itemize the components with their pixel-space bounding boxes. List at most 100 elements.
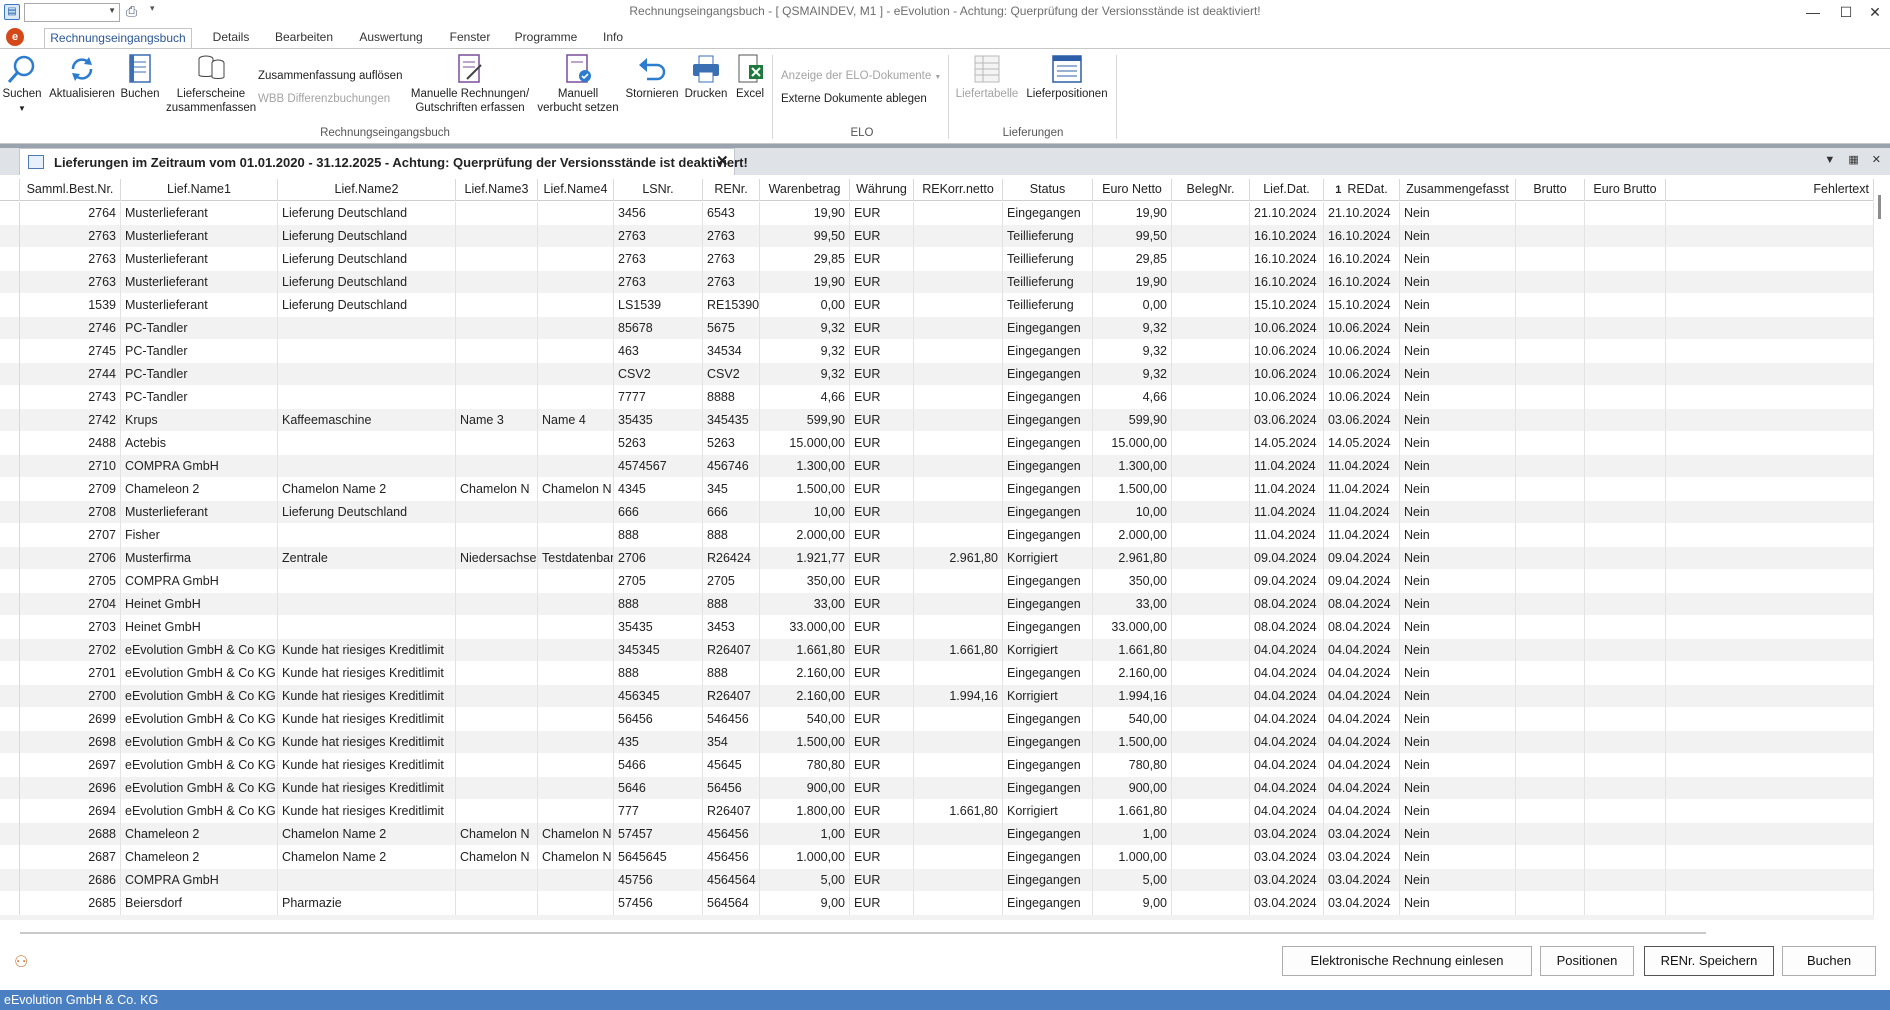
row-selector[interactable] (0, 248, 20, 271)
cell-brutto[interactable] (1516, 386, 1585, 409)
cell-brutto[interactable] (1516, 662, 1585, 685)
cell-brutto[interactable] (1516, 731, 1585, 754)
cell-lief-name2[interactable]: Chamelon Name 2 (278, 478, 456, 501)
cell-lief-dat[interactable]: 08.04.2024 (1250, 616, 1324, 639)
cell-warenbetrag[interactable]: 350,00 (760, 570, 850, 593)
cell-waehrung[interactable]: EUR (850, 823, 914, 846)
cell-euro-netto[interactable]: 9,32 (1093, 317, 1172, 340)
row-selector[interactable] (0, 501, 20, 524)
positionen-button[interactable]: Positionen (1540, 946, 1634, 976)
cell-lief-dat[interactable]: 04.04.2024 (1250, 662, 1324, 685)
cell-zusammengefasst[interactable]: Nein (1400, 570, 1516, 593)
cell-euro-netto[interactable]: 900,00 (1093, 777, 1172, 800)
cell-waehrung[interactable]: EUR (850, 524, 914, 547)
cell-ls-nr[interactable]: 2763 (614, 225, 703, 248)
cell-rekorr-netto[interactable] (914, 846, 1003, 869)
cell-status[interactable]: Teillieferung (1003, 225, 1093, 248)
cell-lief-name4[interactable] (538, 800, 614, 823)
cell-samml-best-nr[interactable]: 2708 (20, 501, 121, 524)
cell-ls-nr[interactable]: 463 (614, 340, 703, 363)
cell-lief-name1[interactable]: Heinet GmbH (121, 593, 278, 616)
cell-lief-name3[interactable] (456, 386, 538, 409)
cell-re-dat[interactable]: 03.04.2024 (1324, 869, 1400, 892)
cell-euro-brutto[interactable] (1585, 639, 1666, 662)
cell-re-dat[interactable]: 04.04.2024 (1324, 685, 1400, 708)
cell-samml-best-nr[interactable]: 2745 (20, 340, 121, 363)
cell-re-dat[interactable]: 10.06.2024 (1324, 386, 1400, 409)
cell-beleg-nr[interactable] (1172, 662, 1250, 685)
cell-euro-brutto[interactable] (1585, 271, 1666, 294)
cell-rekorr-netto[interactable] (914, 823, 1003, 846)
cell-re-nr[interactable]: 2763 (703, 225, 760, 248)
cell-beleg-nr[interactable] (1172, 432, 1250, 455)
cell-fehlertext[interactable] (1666, 708, 1874, 731)
cell-re-nr[interactable]: 888 (703, 524, 760, 547)
cell-warenbetrag[interactable]: 1.500,00 (760, 731, 850, 754)
cell-lief-name4[interactable] (538, 593, 614, 616)
cell-fehlertext[interactable] (1666, 869, 1874, 892)
cell-warenbetrag[interactable]: 4,66 (760, 386, 850, 409)
cell-re-dat[interactable]: 10.06.2024 (1324, 363, 1400, 386)
cell-warenbetrag[interactable]: 1.800,00 (760, 800, 850, 823)
cell-status[interactable]: Eingegangen (1003, 317, 1093, 340)
cell-beleg-nr[interactable] (1172, 754, 1250, 777)
cell-euro-brutto[interactable] (1585, 570, 1666, 593)
cell-lief-name3[interactable]: Chamelon N (456, 846, 538, 869)
cell-re-dat[interactable]: 04.04.2024 (1324, 708, 1400, 731)
cell-warenbetrag[interactable]: 19,90 (760, 202, 850, 225)
cell-zusammengefasst[interactable]: Nein (1400, 455, 1516, 478)
cell-lief-name2[interactable]: Lieferung Deutschland (278, 225, 456, 248)
cell-re-dat[interactable]: 04.04.2024 (1324, 662, 1400, 685)
cell-euro-netto[interactable]: 780,80 (1093, 754, 1172, 777)
cell-lief-dat[interactable]: 04.04.2024 (1250, 685, 1324, 708)
cell-fehlertext[interactable] (1666, 777, 1874, 800)
suchen-button[interactable]: Suchen ▼ (2, 53, 42, 116)
cell-samml-best-nr[interactable]: 2763 (20, 248, 121, 271)
row-selector[interactable] (0, 478, 20, 501)
cell-lief-name3[interactable] (456, 616, 538, 639)
table-row[interactable]: 2488 Actebis 5263 5263 15.000,00 EUR Eingegang… (0, 432, 1874, 455)
table-row[interactable]: 2743 PC-Tandler 7777 8888 4,66 EUR Eingegangen… (0, 386, 1874, 409)
cell-beleg-nr[interactable] (1172, 685, 1250, 708)
column-header-fehlertext[interactable]: Fehlertext (1666, 179, 1874, 201)
cell-lief-name3[interactable] (456, 892, 538, 915)
cell-brutto[interactable] (1516, 524, 1585, 547)
cell-ls-nr[interactable]: 666 (614, 501, 703, 524)
cell-warenbetrag[interactable]: 900,00 (760, 777, 850, 800)
cell-warenbetrag[interactable]: 2.000,00 (760, 524, 850, 547)
cell-samml-best-nr[interactable]: 1539 (20, 294, 121, 317)
cell-euro-brutto[interactable] (1585, 823, 1666, 846)
cell-samml-best-nr[interactable]: 2696 (20, 777, 121, 800)
cell-samml-best-nr[interactable]: 2746 (20, 317, 121, 340)
cell-ls-nr[interactable]: 345345 (614, 639, 703, 662)
cell-beleg-nr[interactable] (1172, 248, 1250, 271)
cell-lief-name1[interactable]: eEvolution GmbH & Co KG (121, 639, 278, 662)
cell-rekorr-netto[interactable] (914, 524, 1003, 547)
cell-beleg-nr[interactable] (1172, 869, 1250, 892)
cell-fehlertext[interactable] (1666, 501, 1874, 524)
cell-rekorr-netto[interactable]: 1.661,80 (914, 800, 1003, 823)
cell-lief-name1[interactable]: Musterlieferant (121, 294, 278, 317)
column-header-lief-name4[interactable]: Lief.Name4 (538, 179, 614, 201)
cell-brutto[interactable] (1516, 869, 1585, 892)
cell-lief-dat[interactable]: 09.04.2024 (1250, 570, 1324, 593)
cell-zusammengefasst[interactable]: Nein (1400, 409, 1516, 432)
cell-re-nr[interactable]: R26407 (703, 800, 760, 823)
cell-lief-name1[interactable]: eEvolution GmbH & Co KG (121, 685, 278, 708)
cell-rekorr-netto[interactable] (914, 478, 1003, 501)
cell-waehrung[interactable]: EUR (850, 616, 914, 639)
cell-lief-name1[interactable]: Heinet GmbH (121, 616, 278, 639)
aktualisieren-button[interactable]: Aktualisieren (46, 53, 118, 101)
cell-beleg-nr[interactable] (1172, 271, 1250, 294)
cell-ls-nr[interactable]: 888 (614, 524, 703, 547)
cell-rekorr-netto[interactable] (914, 616, 1003, 639)
cell-re-nr[interactable]: 4564564 (703, 869, 760, 892)
cell-beleg-nr[interactable] (1172, 409, 1250, 432)
cell-euro-brutto[interactable] (1585, 455, 1666, 478)
cell-ls-nr[interactable]: 45756 (614, 869, 703, 892)
cell-warenbetrag[interactable]: 9,32 (760, 317, 850, 340)
cell-brutto[interactable] (1516, 708, 1585, 731)
cell-re-dat[interactable]: 08.04.2024 (1324, 616, 1400, 639)
elo-anzeige-dropdown[interactable]: Anzeige der ELO-Dokumente ▼ (781, 70, 941, 82)
cell-lief-name2[interactable] (278, 386, 456, 409)
